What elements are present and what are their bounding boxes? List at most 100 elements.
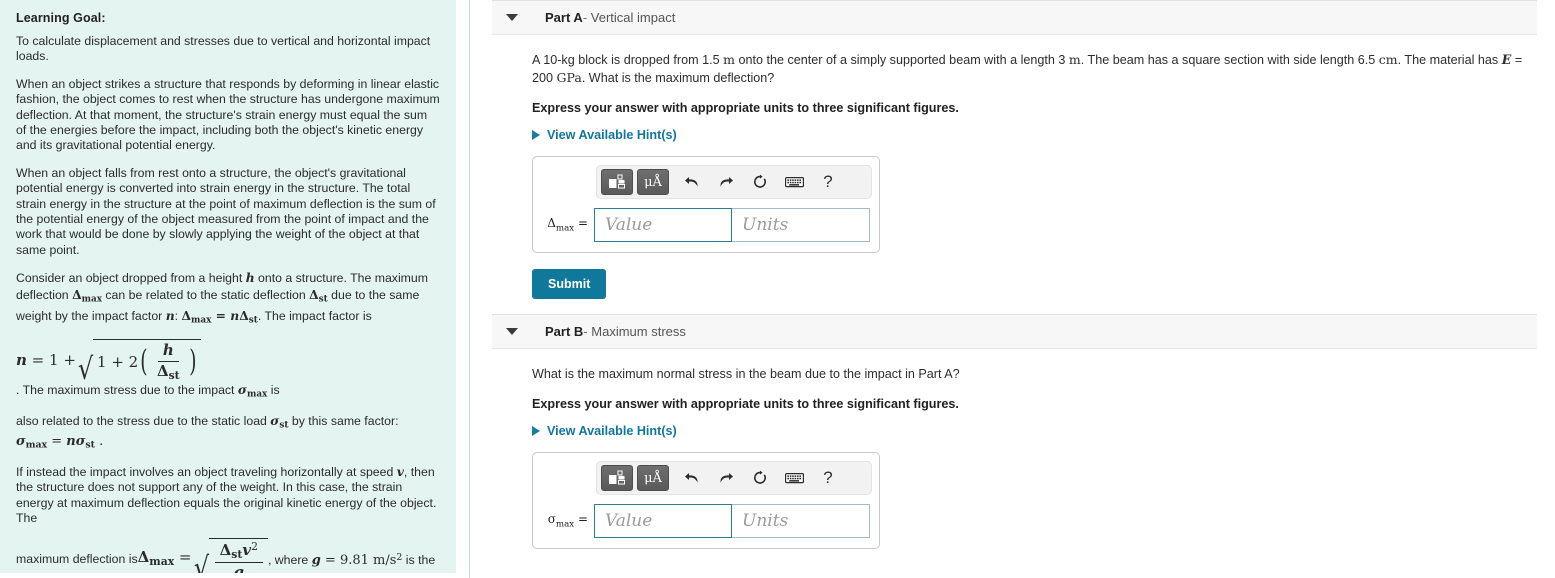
math-v: v [396, 463, 404, 479]
text-fragment: A 10-kg block is dropped from 1.5 [532, 53, 724, 67]
part-a-label: Part A [545, 10, 583, 25]
part-b-answer-row: σmax = Value Units [542, 504, 870, 538]
fraction-denominator: g [233, 562, 245, 573]
part-a-answer-toolbar: μÅ ? [596, 165, 872, 199]
math-sigma-st: σ [270, 412, 280, 428]
paren-open: ( [140, 344, 148, 380]
left-column: Learning Goal: To calculate displacement… [0, 0, 470, 578]
learning-goal-paragraph: To calculate displacement and stresses d… [16, 34, 431, 64]
math-n: n [165, 307, 175, 323]
fraction-h-over-delta-st: h Δst [152, 342, 185, 382]
part-b-answer-toolbar: μÅ ? [596, 461, 872, 495]
math-delta-max: Δ [72, 286, 82, 302]
sigma-max-equation: σmax = nσst . [16, 433, 104, 451]
units-icon[interactable]: μÅ [637, 465, 669, 491]
eq-lead-text: maximum deflection is [16, 551, 138, 566]
text-fragment: can be related to the static deflection [101, 287, 310, 302]
redo-icon[interactable] [711, 465, 741, 491]
part-a-value-placeholder: Value [605, 215, 653, 235]
unit-cm: cm [1378, 52, 1398, 67]
part-b-body: What is the maximum normal stress in the… [492, 349, 1555, 549]
keyboard-icon[interactable] [779, 169, 809, 195]
part-a-hints-toggle[interactable]: View Available Hint(s) [532, 128, 677, 142]
part-b-units-placeholder: Units [742, 511, 789, 531]
fraction-numerator: Δstv2 [214, 540, 263, 563]
text-fragment: . The impact factor is [257, 308, 372, 323]
part-a-answer-widget: μÅ ? Δmax = Value Units [532, 156, 880, 253]
template-icon[interactable] [601, 169, 633, 195]
part-a-body: A 10-kg block is dropped from 1.5 m onto… [492, 35, 1555, 299]
text-fragment: Consider an object dropped from a height [16, 271, 246, 286]
radical-sign: √ [193, 551, 209, 573]
undo-icon[interactable] [677, 465, 707, 491]
units-icon[interactable]: μÅ [637, 169, 669, 195]
unit-m: m [723, 52, 735, 67]
math-delta-max-eq: Δmax = nΔst [181, 307, 258, 326]
part-b-value-placeholder: Value [605, 511, 653, 531]
math-h: h [245, 270, 255, 286]
part-a-section: Part A- Vertical impact A 10-kg block is… [492, 0, 1555, 299]
eq-tail-text: , where g = 9.81 m/s2 is the [267, 551, 436, 569]
text-fragment: . What is the maximum deflection? [581, 71, 775, 85]
part-a-instruction: Express your answer with appropriate uni… [532, 101, 959, 115]
part-a-header[interactable]: Part A- Vertical impact [492, 0, 1537, 35]
text-fragment: by this same factor: [288, 413, 399, 428]
redo-icon[interactable] [711, 169, 741, 195]
horizontal-impact-paragraph: If instead the impact involves an object… [16, 464, 440, 527]
reset-icon[interactable] [745, 169, 775, 195]
part-b-answer-widget: μÅ ? σmax = Value Units [532, 452, 880, 549]
part-b-instruction: Express your answer with appropriate uni… [532, 397, 959, 411]
keyboard-icon[interactable] [779, 465, 809, 491]
reset-icon[interactable] [745, 465, 775, 491]
template-icon[interactable] [601, 465, 633, 491]
math-sub: st [318, 294, 328, 305]
unit-gpa: GPa [556, 70, 582, 85]
text-fragment: . The material has [1397, 53, 1502, 67]
equation-n-tail: . The maximum stress due to the impact σ… [16, 382, 280, 400]
part-b-label: Part B [545, 324, 584, 339]
radicand-lead: 1 + 2 [97, 352, 139, 371]
part-a-submit-button[interactable]: Submit [532, 269, 607, 299]
units-icon-label: μÅ [644, 174, 662, 190]
text-fragment: If instead the impact involves an object… [16, 464, 397, 479]
part-b-header[interactable]: Part B- Maximum stress [492, 314, 1537, 349]
learning-goal-panel: Learning Goal: To calculate displacement… [0, 0, 456, 573]
part-b-value-input[interactable]: Value [594, 504, 732, 538]
fraction-denominator: Δst [156, 361, 180, 382]
part-b-hints-toggle[interactable]: View Available Hint(s) [532, 424, 677, 438]
equation-n-lhs: n = 1 + [16, 351, 76, 370]
part-b-units-input[interactable]: Units [732, 504, 870, 538]
part-a-title: Part A- Vertical impact [545, 10, 675, 25]
right-column: Part A- Vertical impact A 10-kg block is… [470, 0, 1555, 578]
max-deflection-equation-line: maximum deflection is Δmax = √ Δstv2 g, wh… [16, 537, 440, 573]
help-icon[interactable]: ? [813, 465, 843, 491]
page-root: Learning Goal: To calculate displacement… [0, 0, 1555, 578]
radical-group-v: √ Δstv2 g [192, 537, 268, 573]
units-icon-label: μÅ [644, 470, 662, 486]
part-a-units-input[interactable]: Units [732, 208, 870, 242]
caret-down-icon[interactable] [506, 328, 518, 335]
radical-group: √ 1 + 2(h Δst) [76, 339, 202, 388]
math-E: E [1501, 52, 1512, 67]
learning-goal-paragraph: When an object strikes a structure that … [16, 76, 440, 153]
caret-down-icon[interactable] [506, 14, 518, 21]
part-b-title: Part B- Maximum stress [545, 324, 686, 339]
part-b-description: Maximum stress [591, 324, 686, 339]
part-b-question: What is the maximum normal stress in the… [532, 367, 960, 381]
unit-m: m [1068, 52, 1081, 67]
part-a-hints-label: View Available Hint(s) [547, 128, 677, 142]
learning-goal-title: Learning Goal: [16, 11, 106, 25]
part-a-answer-row: Δmax = Value Units [542, 208, 870, 242]
undo-icon[interactable] [677, 169, 707, 195]
caret-right-icon [532, 130, 540, 140]
part-a-question: A 10-kg block is dropped from 1.5 m onto… [532, 51, 1544, 87]
static-stress-paragraph: also related to the stress due to the st… [16, 413, 440, 453]
part-a-answer-symbol: Δmax = [547, 216, 588, 234]
radical-sign: √ [77, 352, 94, 388]
text-fragment: . The beam has a square section with sid… [1080, 53, 1379, 67]
paren-close: ) [188, 344, 197, 380]
help-icon[interactable]: ? [813, 169, 843, 195]
text-fragment: also related to the stress due to the st… [16, 413, 271, 428]
part-b-answer-symbol: σmax = [547, 512, 588, 530]
part-a-value-input[interactable]: Value [594, 208, 732, 242]
